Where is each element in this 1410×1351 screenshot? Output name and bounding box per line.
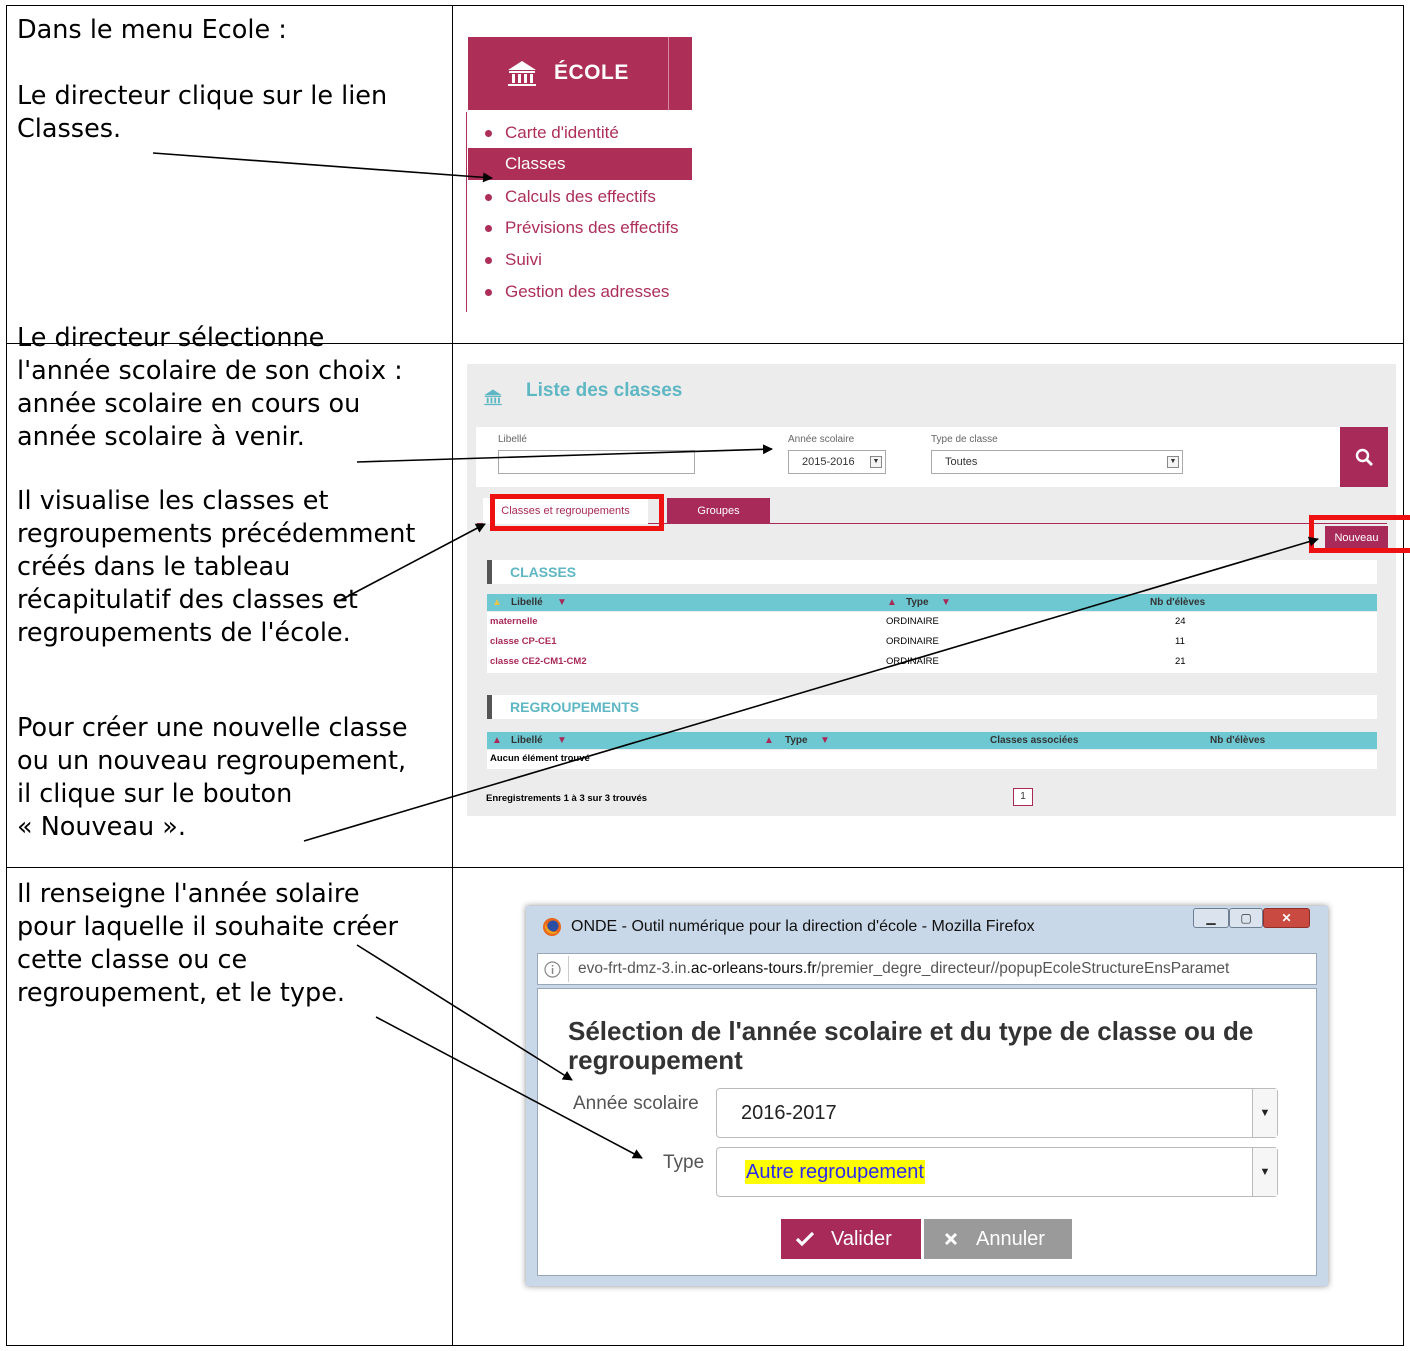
- arrow-line: [303, 536, 1319, 842]
- arrow-line: [375, 1016, 643, 1159]
- arrow-line: [338, 523, 486, 602]
- arrow-line: [152, 152, 493, 183]
- arrow-line: [356, 444, 773, 463]
- arrow-line: [356, 944, 573, 1081]
- annotation-arrows: [152, 152, 1319, 1159]
